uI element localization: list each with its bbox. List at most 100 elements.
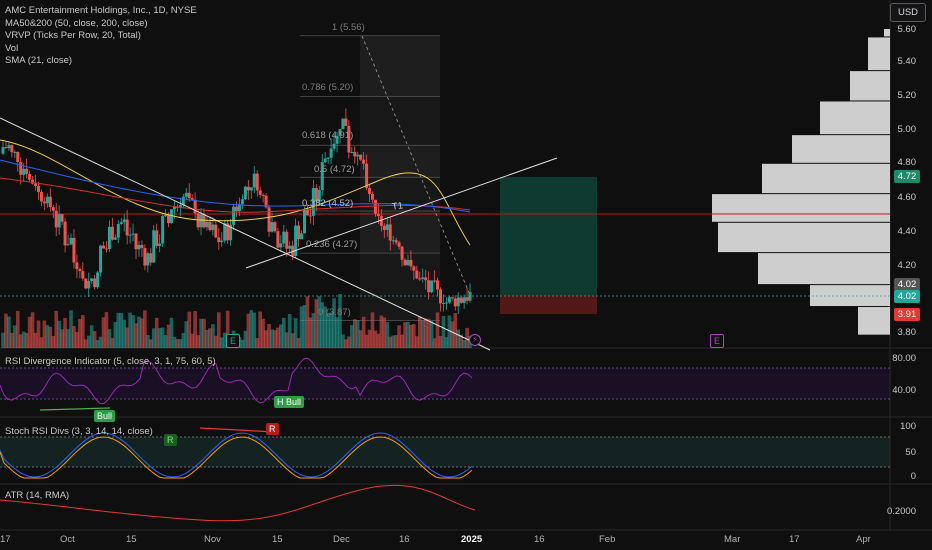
price-axis-label: 5.40 xyxy=(897,56,917,67)
candle-body xyxy=(146,253,150,266)
candle-body xyxy=(465,297,469,301)
fib-label: 1 (5.56) xyxy=(332,22,365,33)
fib-label: 0.786 (5.20) xyxy=(302,82,354,93)
candle-body xyxy=(350,151,354,153)
stoch-axis-label: 100 xyxy=(900,421,916,432)
candle-body xyxy=(16,151,20,162)
candle-body xyxy=(39,192,43,202)
time-axis-label: 15 xyxy=(272,534,283,545)
candle-body xyxy=(453,298,457,307)
candle-body xyxy=(190,198,194,200)
indicator-ma[interactable]: MA50&200 (50, close, 200, close) xyxy=(5,18,197,31)
candle-body xyxy=(368,188,372,194)
candle-body xyxy=(93,278,97,288)
stoch-pane-title[interactable]: Stoch RSI Divs (3, 3, 14, 14, close) xyxy=(5,426,153,437)
candle-body xyxy=(119,222,123,224)
candle-body xyxy=(84,278,88,289)
candle-body xyxy=(288,245,292,249)
candle-body xyxy=(19,161,23,175)
candle-body xyxy=(63,221,67,246)
candle-body xyxy=(158,243,162,247)
candle-body xyxy=(60,214,64,222)
price-axis-label: 3.80 xyxy=(897,327,917,338)
time-axis-label: 16 xyxy=(534,534,545,545)
candle-body xyxy=(10,145,14,153)
volume-profile-bar xyxy=(850,71,890,101)
stoch-r-badge: R xyxy=(266,423,279,435)
currency-button[interactable]: USD xyxy=(890,3,926,22)
rsi-axis-label: 40.00 xyxy=(892,385,916,396)
candle-body xyxy=(140,244,144,249)
candle-body xyxy=(323,158,327,163)
stoch-axis-label: 50 xyxy=(905,447,916,458)
lightning-icon[interactable]: ⚡ xyxy=(469,334,481,346)
indicator-vol[interactable]: Vol xyxy=(5,43,197,56)
candle-body xyxy=(99,245,103,273)
time-axis-label: Nov xyxy=(204,534,221,545)
candle-body xyxy=(78,269,82,272)
candle-body xyxy=(456,297,460,307)
candle-body xyxy=(279,243,283,248)
candle-body xyxy=(400,246,404,260)
time-axis-label: Mar xyxy=(724,534,741,545)
symbol-title[interactable]: AMC Entertainment Holdings, Inc., 1D, NY… xyxy=(5,5,197,18)
candle-body xyxy=(332,143,336,149)
candle-body xyxy=(128,234,132,236)
candle-body xyxy=(199,214,203,228)
atr-pane-title[interactable]: ATR (14, RMA) xyxy=(5,490,69,501)
volume-profile-bar xyxy=(868,37,890,71)
rsi-hbull-badge: H Bull xyxy=(274,396,305,408)
chart-canvas[interactable] xyxy=(0,0,932,550)
price-axis-label: 5.20 xyxy=(897,90,917,101)
candle-body xyxy=(300,233,304,240)
candle-body xyxy=(376,213,380,217)
candle-body xyxy=(134,233,138,250)
candle-body xyxy=(297,225,301,240)
fib-band xyxy=(360,35,440,97)
candle-body xyxy=(96,272,100,288)
time-axis-label: 15 xyxy=(126,534,137,545)
candle-body xyxy=(430,280,434,293)
candle-body xyxy=(90,278,94,281)
atr-axis-label: 0.2000 xyxy=(886,506,916,517)
candle-body xyxy=(438,289,442,304)
earnings-marker[interactable]: E xyxy=(710,334,725,348)
candle-body xyxy=(202,214,206,228)
price-axis-label: 4.20 xyxy=(897,260,917,271)
stoch-divergence-line xyxy=(199,427,277,433)
candle-body xyxy=(211,224,215,231)
candle-body xyxy=(249,187,253,191)
candle-body xyxy=(303,209,307,234)
volume-profile-bar xyxy=(858,307,890,335)
candle-body xyxy=(388,224,392,241)
candle-body xyxy=(172,206,176,210)
candle-body xyxy=(427,280,431,293)
candle-body xyxy=(459,297,463,303)
candle-body xyxy=(282,231,286,244)
price-tag-target: 4.72 xyxy=(894,170,920,183)
rsi-pane-title[interactable]: RSI Divergence Indicator (5, close, 3, 1… xyxy=(5,356,216,367)
fib-band xyxy=(360,210,440,254)
indicator-sma[interactable]: SMA (21, close) xyxy=(5,55,197,68)
candle-body xyxy=(436,280,440,290)
candle-body xyxy=(462,297,466,303)
trendline-label: T1 xyxy=(391,200,404,213)
fib-label: 0 (3.87) xyxy=(318,307,351,318)
indicator-vrvp[interactable]: VRVP (Ticks Per Row, 20, Total) xyxy=(5,30,197,43)
rsi-band xyxy=(0,368,890,399)
candle-body xyxy=(258,190,262,195)
volume-profile-bar xyxy=(810,285,890,307)
candle-body xyxy=(122,219,126,223)
stoch-band xyxy=(0,437,890,467)
candle-body xyxy=(329,148,333,158)
candle-body xyxy=(152,230,156,263)
candle-body xyxy=(308,215,312,217)
candle-body xyxy=(326,157,330,159)
candle-body xyxy=(232,206,236,225)
candle-body xyxy=(447,297,451,303)
candle-body xyxy=(252,173,256,188)
price-axis-label: 4.60 xyxy=(897,192,917,203)
candle-body xyxy=(373,199,377,214)
candle-body xyxy=(137,244,141,250)
earnings-marker[interactable]: E xyxy=(226,334,241,348)
